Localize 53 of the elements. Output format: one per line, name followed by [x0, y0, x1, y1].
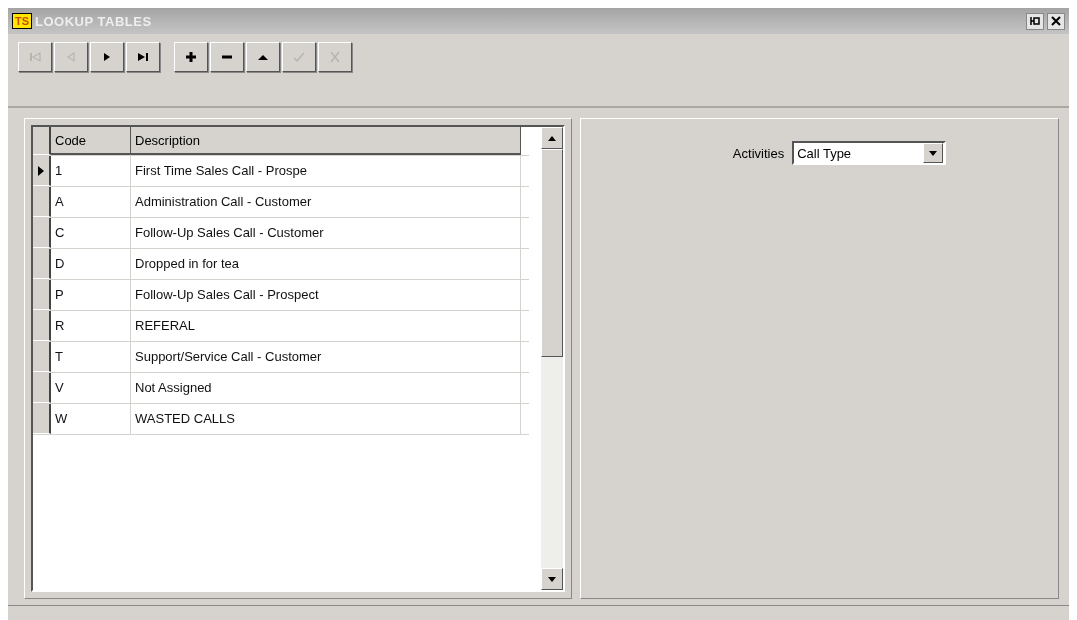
row-indicator[interactable]	[33, 311, 51, 341]
table-cell: 1	[51, 156, 131, 186]
app-logo: TS	[12, 13, 33, 29]
scroll-thumb[interactable]	[541, 149, 563, 357]
row-indicator[interactable]	[33, 280, 51, 310]
row-indicator[interactable]	[33, 249, 51, 279]
row-indicator[interactable]	[33, 342, 51, 372]
window-title: LOOKUP TABLES	[35, 13, 152, 29]
pin-button[interactable]	[1026, 12, 1044, 30]
activities-dropdown[interactable]: Call Type	[792, 141, 947, 165]
close-button[interactable]	[1047, 12, 1065, 30]
first-record-icon	[28, 51, 42, 63]
row-indicator[interactable]	[33, 187, 51, 217]
row-indicator[interactable]	[33, 218, 51, 248]
last-button[interactable]	[126, 42, 160, 72]
edit-button[interactable]	[246, 42, 280, 72]
table-cell: T	[51, 342, 131, 372]
scroll-up-icon	[548, 135, 556, 141]
activities-label: Activities	[732, 145, 785, 161]
table-cell: W	[51, 404, 131, 434]
table-cell: R	[51, 311, 131, 341]
table-cell: First Time Sales Call - Prospe	[131, 156, 521, 186]
row-indicator[interactable]	[33, 373, 51, 403]
table-cell: Support/Service Call - Customer	[131, 342, 521, 372]
table-cell: V	[51, 373, 131, 403]
table-cell: C	[51, 218, 131, 248]
table-cell: A	[51, 187, 131, 217]
table-cell: Not Assigned	[131, 373, 521, 403]
close-icon	[1051, 16, 1061, 26]
scroll-down-icon	[548, 576, 556, 582]
table-cell: Dropped in for tea	[131, 249, 521, 279]
pin-icon	[1030, 16, 1040, 26]
table-cell: WASTED CALLS	[131, 404, 521, 434]
table-cell: Follow-Up Sales Call - Customer	[131, 218, 521, 248]
cross-icon	[328, 51, 342, 63]
current-row-icon	[38, 165, 44, 176]
column-header[interactable]: Description	[131, 127, 521, 155]
add-button[interactable]	[174, 42, 208, 72]
table-cell: D	[51, 249, 131, 279]
table-cell: REFERAL	[131, 311, 521, 341]
row-indicator[interactable]	[33, 156, 51, 186]
next-button[interactable]	[90, 42, 124, 72]
delete-button[interactable]	[210, 42, 244, 72]
table-cell: P	[51, 280, 131, 310]
row-indicator[interactable]	[33, 404, 51, 434]
column-header[interactable]: Code	[51, 127, 131, 155]
table-cell: Follow-Up Sales Call - Prospect	[131, 280, 521, 310]
table-cell: Administration Call - Customer	[131, 187, 521, 217]
check-icon	[292, 51, 306, 63]
last-record-icon	[136, 51, 150, 63]
vertical-scrollbar[interactable]	[541, 127, 563, 590]
dropdown-arrow-icon	[929, 150, 938, 156]
plus-icon	[184, 51, 198, 63]
